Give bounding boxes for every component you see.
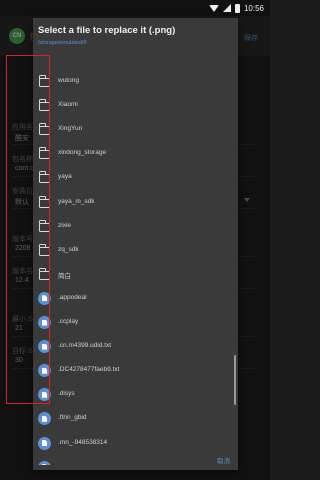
row-label: .DC4278477faeb9.txt — [58, 366, 120, 374]
row-label: .appodeal — [58, 293, 87, 301]
signal-icon — [222, 4, 231, 12]
file-row[interactable]: .DC4278477faeb9.txt — [33, 359, 238, 383]
file-list[interactable]: wutong Xiaomi XingYun xindong_storageyaya ya… — [33, 70, 238, 465]
folder-row[interactable]: 简白 — [33, 263, 238, 287]
row-label: .ftnn_gbid — [58, 414, 87, 422]
folder-row[interactable]: wutong — [33, 70, 238, 94]
row-label: .disys — [58, 390, 75, 398]
status-bar: 10:56 — [0, 0, 270, 16]
row-label: wutong — [58, 77, 79, 84]
file-row[interactable] — [33, 456, 238, 465]
row-label: .cn.m4399.udid.txt — [58, 342, 112, 350]
folder-row[interactable]: yaya — [33, 166, 238, 190]
row-label: zq_sdk — [58, 245, 79, 253]
folder-row[interactable]: xindong_storage — [33, 142, 238, 166]
file-picker-dialog: Select a file to replace it (.png) /stor… — [33, 18, 238, 470]
row-label: zixie — [58, 221, 72, 229]
file-icon — [38, 412, 51, 426]
cancel-button[interactable]: 取消 — [217, 455, 230, 465]
folder-row[interactable]: zq_sdk — [33, 239, 238, 263]
folder-row[interactable]: Xiaomi — [33, 94, 238, 118]
wifi-icon — [208, 4, 219, 12]
row-label: .mn_-948538314 — [58, 438, 108, 446]
clock: 10:56 — [243, 3, 264, 13]
row-label: .ccplay — [58, 318, 79, 325]
file-row[interactable]: .cn.m4399.udid.txt — [33, 335, 238, 359]
file-row[interactable]: .mn_-948538314 — [33, 432, 238, 456]
folder-row[interactable]: zixie — [33, 215, 238, 239]
file-row[interactable]: .ftnn_gbid — [33, 407, 238, 431]
file-row[interactable]: .appodeal — [33, 287, 238, 311]
annotation-highlight-box — [6, 55, 50, 404]
row-label: XingYun — [58, 125, 83, 133]
folder-row[interactable]: yaya_m_sdk — [33, 191, 238, 215]
row-label: 简白 — [58, 272, 71, 280]
file-icon — [38, 436, 51, 450]
folder-row[interactable]: XingYun — [33, 118, 238, 142]
row-label: Xiaomi — [58, 101, 78, 109]
battery-icon — [234, 3, 240, 13]
file-icon — [38, 460, 51, 465]
dialog-title: Select a file to replace it (.png) — [38, 25, 176, 36]
row-label: yaya — [58, 173, 72, 181]
row-label: xindong_storage — [58, 149, 107, 157]
list-scrollbar[interactable] — [234, 355, 236, 405]
row-label: yaya_m_sdk — [58, 197, 95, 205]
current-path[interactable]: /storage/emulated/0 — [38, 40, 87, 46]
file-row[interactable]: .disys — [33, 383, 238, 407]
file-row[interactable]: .ccplay — [33, 311, 238, 335]
